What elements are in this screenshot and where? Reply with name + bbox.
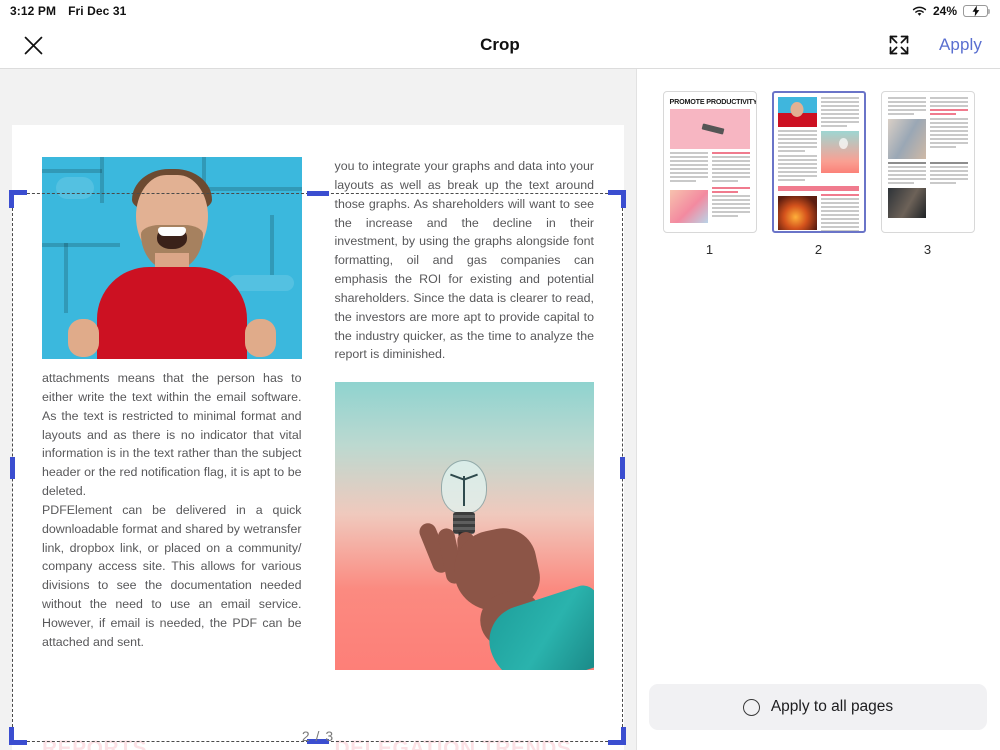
status-bar: 3:12 PM Fri Dec 31 24%: [0, 0, 1000, 22]
wifi-icon: [912, 6, 927, 17]
thumbnail-item-3[interactable]: 3: [880, 91, 975, 257]
close-button[interactable]: [18, 30, 48, 60]
thumbnail-preview-1[interactable]: PROMOTE PRODUCTIVITY: [662, 91, 757, 233]
crop-preview-pane[interactable]: attachments means that the person has to…: [0, 69, 636, 750]
apply-to-all-pages-label: Apply to all pages: [770, 698, 894, 715]
battery-icon: [963, 5, 991, 17]
man-in-red-jumper-photo: [42, 157, 302, 359]
thumbnail-number-1: 1: [705, 242, 714, 257]
toolbar-actions: Apply: [887, 33, 982, 57]
thumbnail-band: [778, 185, 859, 191]
page-indicator: 2 / 3: [301, 728, 335, 744]
hand-holding-lightbulb-photo: [334, 382, 594, 671]
thumbnail-image-gradient: [669, 190, 708, 223]
thumbnail-preview-3[interactable]: [880, 91, 975, 233]
battery-percent-label: 24%: [932, 4, 957, 18]
document-left-column: attachments means that the person has to…: [42, 157, 302, 670]
status-bar-left: 3:12 PM Fri Dec 31: [10, 4, 126, 18]
page-title: Crop: [480, 35, 520, 54]
thumbnail-item-1[interactable]: PROMOTE PRODUCTIVITY 1: [662, 91, 757, 257]
thumbnail-image-fire: [778, 195, 817, 230]
right-column-paragraph: you to integrate your graphs and data in…: [334, 159, 595, 362]
document-page: attachments means that the person has to…: [12, 125, 624, 750]
thumbnail-item-2[interactable]: 2: [771, 91, 866, 257]
radio-unchecked-icon[interactable]: [742, 698, 760, 716]
apply-button[interactable]: Apply: [939, 35, 982, 55]
apply-to-all-pages-button[interactable]: Apply to all pages: [649, 684, 987, 730]
top-toolbar: Crop Apply: [0, 22, 1000, 69]
thumbnail-image-handshake: [887, 188, 926, 218]
left-column-paragraph: PDFElement can be delivered in a quick d…: [42, 502, 302, 649]
thumbnail-title-1: PROMOTE PRODUCTIVITY: [669, 97, 757, 106]
document-right-column: you to integrate your graphs and data in…: [334, 157, 595, 671]
status-date: Fri Dec 31: [68, 4, 127, 18]
thumbnail-list: PROMOTE PRODUCTIVITY 1 2 3: [637, 69, 1000, 257]
expand-button[interactable]: [887, 33, 911, 57]
thumbnail-image-man: [778, 96, 817, 127]
thumbnail-number-3: 3: [923, 242, 932, 257]
status-time: 3:12 PM: [10, 4, 57, 18]
expand-icon: [889, 35, 909, 55]
thumbnail-number-2: 2: [814, 242, 823, 257]
thumbnail-image-meeting: [887, 119, 926, 159]
close-icon: [24, 36, 42, 54]
charging-bolt-icon: [972, 5, 979, 17]
thumbnail-pane: PROMOTE PRODUCTIVITY 1 2 3: [637, 69, 1000, 750]
thumbnail-image-pink: [669, 109, 750, 149]
thumbnail-preview-2[interactable]: [771, 91, 866, 233]
thumbnail-image-bulb: [820, 130, 859, 173]
left-column-paragraph: attachments means that the person has to…: [42, 371, 302, 499]
status-bar-right: 24%: [912, 4, 991, 18]
workspace: attachments means that the person has to…: [0, 69, 1000, 750]
